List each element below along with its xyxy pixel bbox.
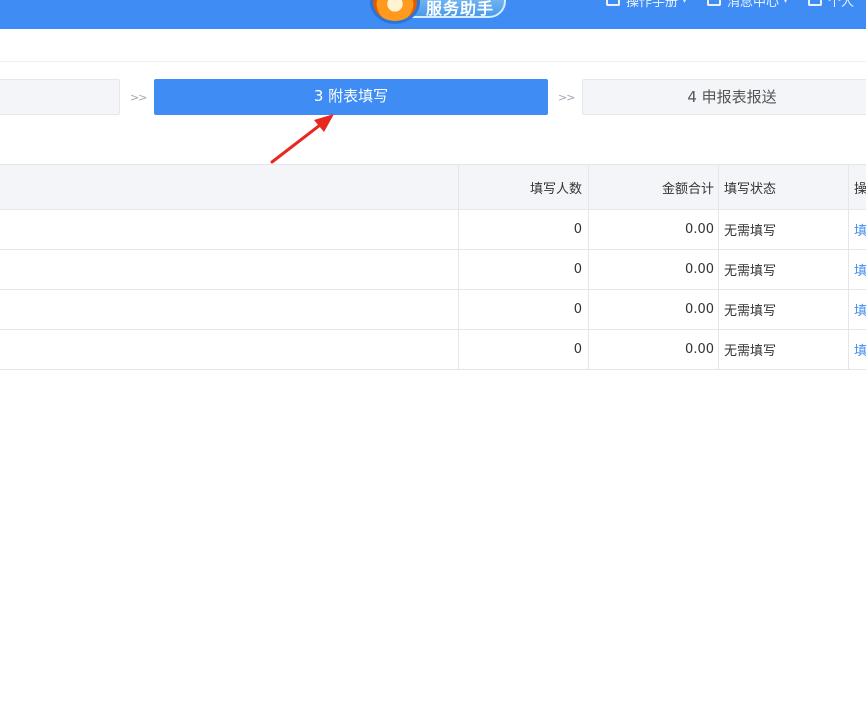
cell-name [0, 289, 459, 330]
step-4-label: 4 申报表报送 [687, 88, 777, 106]
cell-count: 0 [458, 329, 589, 370]
chevron-down-icon: ▾ [682, 0, 688, 6]
step-2-tab[interactable] [0, 79, 120, 115]
cell-amount: 0.00 [588, 329, 719, 370]
cell-amount: 0.00 [588, 249, 719, 290]
nav-user[interactable]: 个人 [808, 0, 855, 10]
step-3-label: 3 附表填写 [313, 87, 389, 105]
cell-count: 0 [458, 289, 589, 330]
nav-user-label: 个人 [828, 0, 855, 10]
nav-messages[interactable]: 消息中心 ▾ [707, 0, 789, 10]
cell-count: 0 [458, 249, 589, 290]
table-row: 0 0.00 无需填写 填 [0, 249, 866, 290]
table-row: 0 0.00 无需填写 填 [0, 329, 866, 370]
cell-name [0, 249, 459, 290]
cell-amount: 0.00 [588, 289, 719, 330]
cell-name [0, 209, 459, 250]
fill-link[interactable]: 填 [854, 224, 866, 239]
nav-messages-label: 消息中心 [727, 0, 780, 10]
chevron-down-icon: ▾ [783, 0, 789, 6]
message-icon [707, 0, 721, 6]
fill-link[interactable]: 填 [854, 264, 866, 279]
step-4-tab[interactable]: 4 申报表报送 [582, 79, 866, 115]
cell-status: 无需填写 [718, 329, 849, 370]
col-header-status: 填写状态 [718, 164, 849, 210]
table-row: 0 0.00 无需填写 填 [0, 289, 866, 330]
subheader-divider [0, 61, 866, 62]
nav-manual[interactable]: 操作手册 ▾ [606, 0, 688, 10]
cell-name [0, 329, 459, 370]
top-header-bar: 服务助手 操作手册 ▾ 消息中心 ▾ 个人 [0, 0, 866, 29]
fill-link[interactable]: 填 [854, 304, 866, 319]
step-separator: >> [130, 91, 147, 104]
cell-count: 0 [458, 209, 589, 250]
nav-manual-label: 操作手册 [626, 0, 679, 10]
assistant-orb-icon [370, 0, 420, 24]
user-icon [808, 0, 822, 6]
step-separator: >> [558, 91, 575, 104]
cell-status: 无需填写 [718, 209, 849, 250]
table-header-row: 填写人数 金额合计 填写状态 操 [0, 164, 866, 210]
cell-status: 无需填写 [718, 289, 849, 330]
manual-icon [606, 0, 620, 6]
attachment-table: 填写人数 金额合计 填写状态 操 0 0.00 无需填写 填 0 0.00 无需… [0, 164, 866, 370]
col-header-count: 填写人数 [458, 164, 589, 210]
col-header-name [0, 164, 459, 210]
step-3-tab[interactable]: 3 附表填写 [154, 79, 548, 115]
table-row: 0 0.00 无需填写 填 [0, 209, 866, 250]
service-assistant-label: 服务助手 [426, 0, 495, 18]
cell-amount: 0.00 [588, 209, 719, 250]
col-header-action: 操 [848, 164, 866, 210]
fill-link[interactable]: 填 [854, 344, 866, 359]
service-assistant-button[interactable]: 服务助手 [370, 0, 508, 24]
cell-status: 无需填写 [718, 249, 849, 290]
annotation-arrow-icon [270, 114, 334, 164]
col-header-amount: 金额合计 [588, 164, 719, 210]
